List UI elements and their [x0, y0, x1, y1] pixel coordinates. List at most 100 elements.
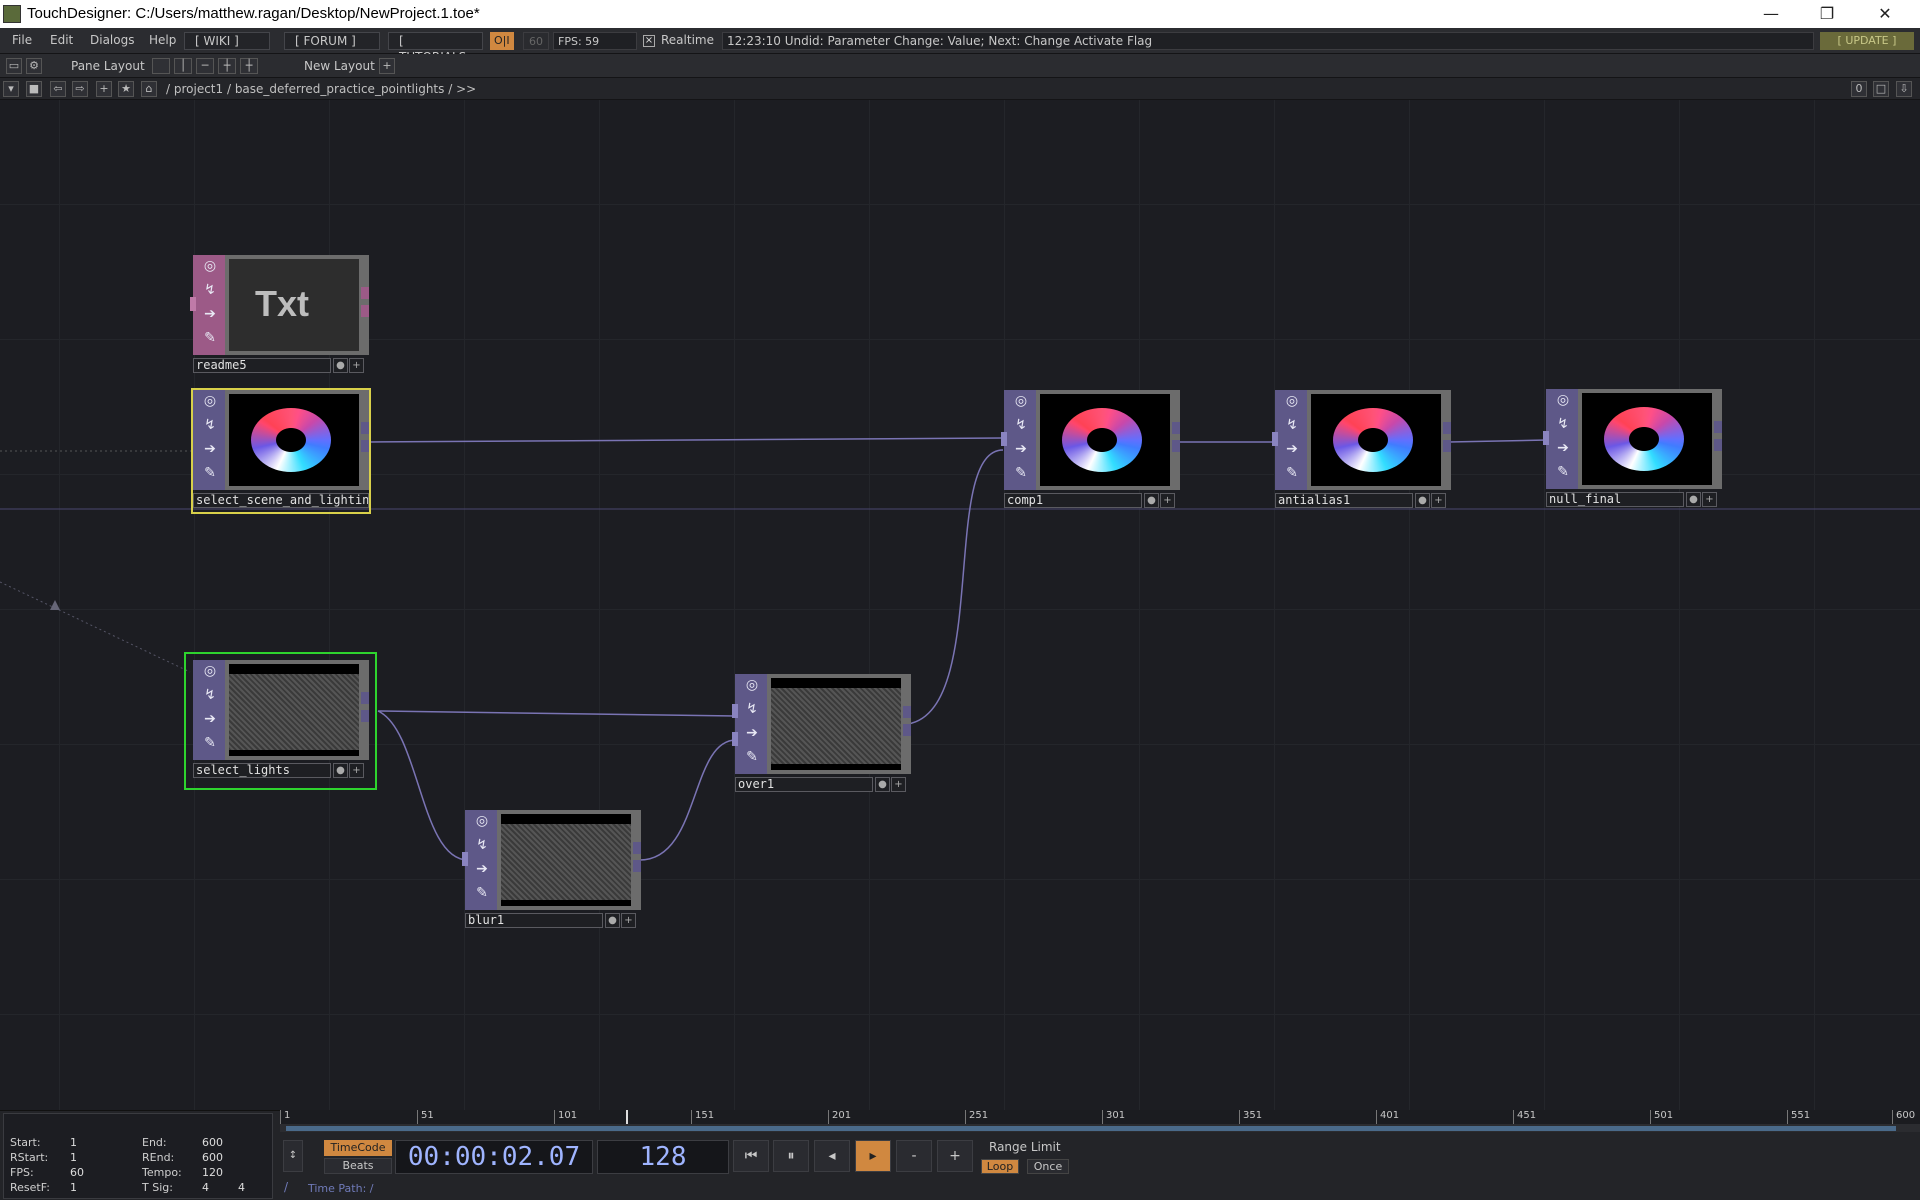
input-port[interactable]: [732, 732, 738, 746]
stop-icon[interactable]: ■: [26, 81, 42, 97]
tsig-value-2[interactable]: 4: [238, 1181, 245, 1194]
pause-icon[interactable]: ⏸: [773, 1140, 809, 1172]
lock-icon[interactable]: ✎: [1283, 464, 1301, 482]
breadcrumb[interactable]: / project1 / base_deferred_practice_poin…: [166, 82, 476, 96]
viewer-active-icon[interactable]: ◎: [743, 676, 761, 694]
tsig-value-1[interactable]: 4: [202, 1181, 209, 1194]
add-layout-button[interactable]: +: [379, 58, 395, 74]
timeline-expand-icon[interactable]: ↕: [283, 1140, 303, 1172]
input-port[interactable]: [1543, 431, 1549, 445]
timeline-ruler[interactable]: 1 51 101 151 201 251 301 351 401 451 501…: [280, 1110, 1920, 1124]
layout-split-v-icon[interactable]: │: [174, 58, 192, 74]
viewer-active-icon[interactable]: ◎: [201, 662, 219, 680]
layout-three-icon[interactable]: ┼: [218, 58, 236, 74]
bypass-icon[interactable]: ↯: [743, 700, 761, 718]
lock-icon[interactable]: ✎: [201, 464, 219, 482]
node-add-icon[interactable]: +: [1431, 493, 1446, 508]
node-name-label[interactable]: antialias1: [1275, 493, 1413, 508]
display-icon[interactable]: ➔: [201, 440, 219, 458]
rend-value[interactable]: 600: [202, 1151, 223, 1164]
forum-button[interactable]: [ FORUM ]: [284, 32, 380, 50]
display-icon[interactable]: ➔: [1554, 439, 1572, 457]
star-icon[interactable]: ★: [118, 81, 134, 97]
node-viewer[interactable]: [225, 660, 363, 760]
wiki-button[interactable]: [ WIKI ]: [184, 32, 270, 50]
node-flag-icon[interactable]: ●: [875, 777, 890, 792]
bypass-icon[interactable]: ↯: [1283, 416, 1301, 434]
range-scrollbar[interactable]: [280, 1124, 1920, 1132]
bypass-icon[interactable]: ↯: [201, 416, 219, 434]
lock-icon[interactable]: ✎: [743, 748, 761, 766]
node-over1[interactable]: ◎ ↯ ➔ ✎ over1 ● +: [732, 674, 911, 796]
input-port[interactable]: [1272, 432, 1278, 446]
fps-cap-field[interactable]: 60: [523, 32, 549, 50]
play-icon[interactable]: ▸: [855, 1140, 891, 1172]
node-blur1[interactable]: ◎ ↯ ➔ ✎ blur1 ● +: [462, 810, 641, 932]
add-icon[interactable]: +: [96, 81, 112, 97]
input-port[interactable]: [190, 297, 196, 311]
output-port[interactable]: [1172, 390, 1180, 490]
start-value[interactable]: 1: [70, 1136, 77, 1149]
viewer-active-icon[interactable]: ◎: [1554, 391, 1572, 409]
once-button[interactable]: Once: [1027, 1159, 1069, 1174]
lock-icon[interactable]: ✎: [1554, 463, 1572, 481]
node-viewer[interactable]: [767, 674, 905, 774]
node-viewer[interactable]: [497, 810, 635, 910]
forward-icon[interactable]: ⇨: [72, 81, 88, 97]
step-minus-button[interactable]: -: [896, 1140, 932, 1172]
node-viewer[interactable]: [1578, 389, 1716, 489]
rewind-to-start-icon[interactable]: ⏮: [733, 1140, 769, 1172]
fps-value[interactable]: 60: [70, 1166, 84, 1179]
output-port[interactable]: [633, 810, 641, 910]
image-icon[interactable]: ▭: [6, 58, 22, 74]
network-editor[interactable]: ◎ ↯ ➔ ✎ Txt readme5 ● + ◎ ↯ ➔ ✎ select_s…: [0, 100, 1920, 1110]
output-port[interactable]: [361, 255, 369, 355]
bypass-icon[interactable]: ↯: [1554, 415, 1572, 433]
perform-mode-button[interactable]: O|I: [490, 32, 514, 50]
bypass-icon[interactable]: ↯: [201, 686, 219, 704]
output-port[interactable]: [1443, 390, 1451, 490]
viewer-active-icon[interactable]: ◎: [473, 812, 491, 830]
viewer-active-icon[interactable]: ◎: [1283, 392, 1301, 410]
bypass-icon[interactable]: ↯: [1012, 416, 1030, 434]
layout-single-icon[interactable]: [152, 58, 170, 74]
bypass-icon[interactable]: ↯: [201, 281, 219, 299]
display-icon[interactable]: ➔: [1283, 440, 1301, 458]
lock-icon[interactable]: ✎: [201, 734, 219, 752]
home-icon[interactable]: ⌂: [141, 81, 157, 97]
node-flag-icon[interactable]: ●: [333, 358, 348, 373]
lock-icon[interactable]: ✎: [201, 329, 219, 347]
node-name-label[interactable]: select_lights: [193, 763, 331, 778]
step-back-icon[interactable]: ◂: [814, 1140, 850, 1172]
close-icon[interactable]: ✕: [1862, 2, 1908, 26]
input-port[interactable]: [1001, 432, 1007, 446]
node-flag-icon[interactable]: ●: [1686, 492, 1701, 507]
menu-help[interactable]: Help: [149, 33, 176, 47]
restore-icon[interactable]: ❐: [1804, 2, 1850, 26]
node-name-label[interactable]: blur1: [465, 913, 603, 928]
realtime-checkbox[interactable]: ×: [643, 35, 655, 47]
node-add-icon[interactable]: +: [891, 777, 906, 792]
update-button[interactable]: [ UPDATE ]: [1820, 32, 1914, 50]
node-select-scene-and-lighting[interactable]: ◎ ↯ ➔ ✎ select_scene_and_lighting: [193, 390, 369, 512]
playhead[interactable]: [626, 1110, 628, 1124]
node-add-icon[interactable]: +: [621, 913, 636, 928]
node-add-icon[interactable]: +: [1160, 493, 1175, 508]
menu-dialogs[interactable]: Dialogs: [90, 33, 134, 47]
node-viewer[interactable]: Txt: [225, 255, 363, 355]
node-antialias1[interactable]: ◎ ↯ ➔ ✎ antialias1 ● +: [1272, 390, 1451, 512]
pin-icon[interactable]: ⇩: [1896, 81, 1912, 97]
display-icon[interactable]: ➔: [201, 710, 219, 728]
timecode-mode-button[interactable]: TimeCode: [324, 1140, 392, 1156]
node-name-label[interactable]: readme5: [193, 358, 331, 373]
node-name-label[interactable]: over1: [735, 777, 873, 792]
display-icon[interactable]: ➔: [1012, 440, 1030, 458]
input-port[interactable]: [732, 704, 738, 718]
output-port[interactable]: [361, 390, 369, 490]
step-plus-button[interactable]: +: [937, 1140, 973, 1172]
bypass-icon[interactable]: ↯: [473, 836, 491, 854]
timecode-display[interactable]: 00:00:02.07: [395, 1140, 593, 1174]
display-icon[interactable]: ➔: [473, 860, 491, 878]
range-bar[interactable]: [286, 1126, 1896, 1131]
viewer-active-icon[interactable]: ◎: [1012, 392, 1030, 410]
